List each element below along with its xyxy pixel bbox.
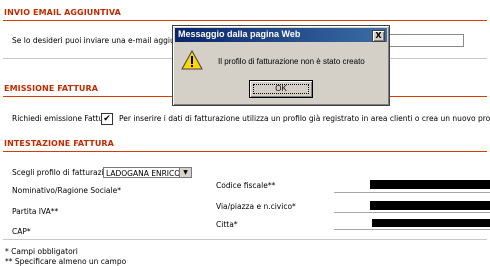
divider (3, 239, 487, 240)
tax-code-field-redacted[interactable] (370, 180, 490, 189)
invoice-request-checkbox[interactable]: ✔ (101, 113, 113, 125)
checkmark-icon: ✔ (103, 114, 111, 124)
field-label-address: Via/piazza e n.civico* (216, 202, 296, 211)
dialog-title: Messaggio dalla pagina Web (178, 29, 301, 39)
alert-dialog: Messaggio dalla pagina Web X Il profilo … (172, 25, 390, 106)
section-divider-billing (3, 151, 487, 152)
field-label-cap: CAP* (12, 227, 31, 236)
section-title-email: INVIO EMAIL AGGIUNTIVA (4, 8, 121, 17)
field-underline (334, 229, 490, 230)
field-underline (334, 192, 490, 193)
profile-select-label: Scegli profilo di fatturazione (12, 168, 118, 177)
field-label-city: Citta* (216, 220, 238, 229)
invoice-checkbox-label: Richiedi emissione Fattura (12, 114, 111, 123)
field-label-name: Nominativo/Ragione Sociale* (12, 186, 121, 195)
footnote-required: * Campi obbligatori (5, 247, 78, 256)
city-field-redacted[interactable] (372, 219, 490, 227)
address-field-redacted[interactable] (370, 201, 490, 210)
warning-icon (181, 50, 203, 70)
dropdown-arrow-icon[interactable]: ▼ (179, 168, 191, 177)
field-label-vat: Partita IVA** (12, 207, 59, 216)
field-label-tax-code: Codice fiscale** (216, 181, 276, 190)
billing-profile-value: LADOGANA ENRICO (106, 169, 181, 178)
close-icon[interactable]: X (372, 30, 385, 42)
section-title-invoice: EMISSIONE FATTURA (4, 84, 99, 93)
section-title-billing: INTESTAZIONE FATTURA (4, 139, 114, 148)
billing-profile-select[interactable]: LADOGANA ENRICO ▼ (103, 167, 192, 178)
dialog-message: Il profilo di fatturazione non è stato c… (218, 57, 365, 66)
footnote-at-least-one: ** Specificare almeno un campo (5, 257, 127, 266)
section-divider-email (3, 20, 487, 21)
ok-button[interactable]: OK (249, 80, 313, 98)
dialog-titlebar[interactable]: Messaggio dalla pagina Web X (175, 28, 387, 42)
invoice-note-text: Per inserire i dati di fatturazione util… (119, 114, 490, 123)
focus-ring (253, 84, 309, 94)
field-underline (334, 212, 490, 213)
